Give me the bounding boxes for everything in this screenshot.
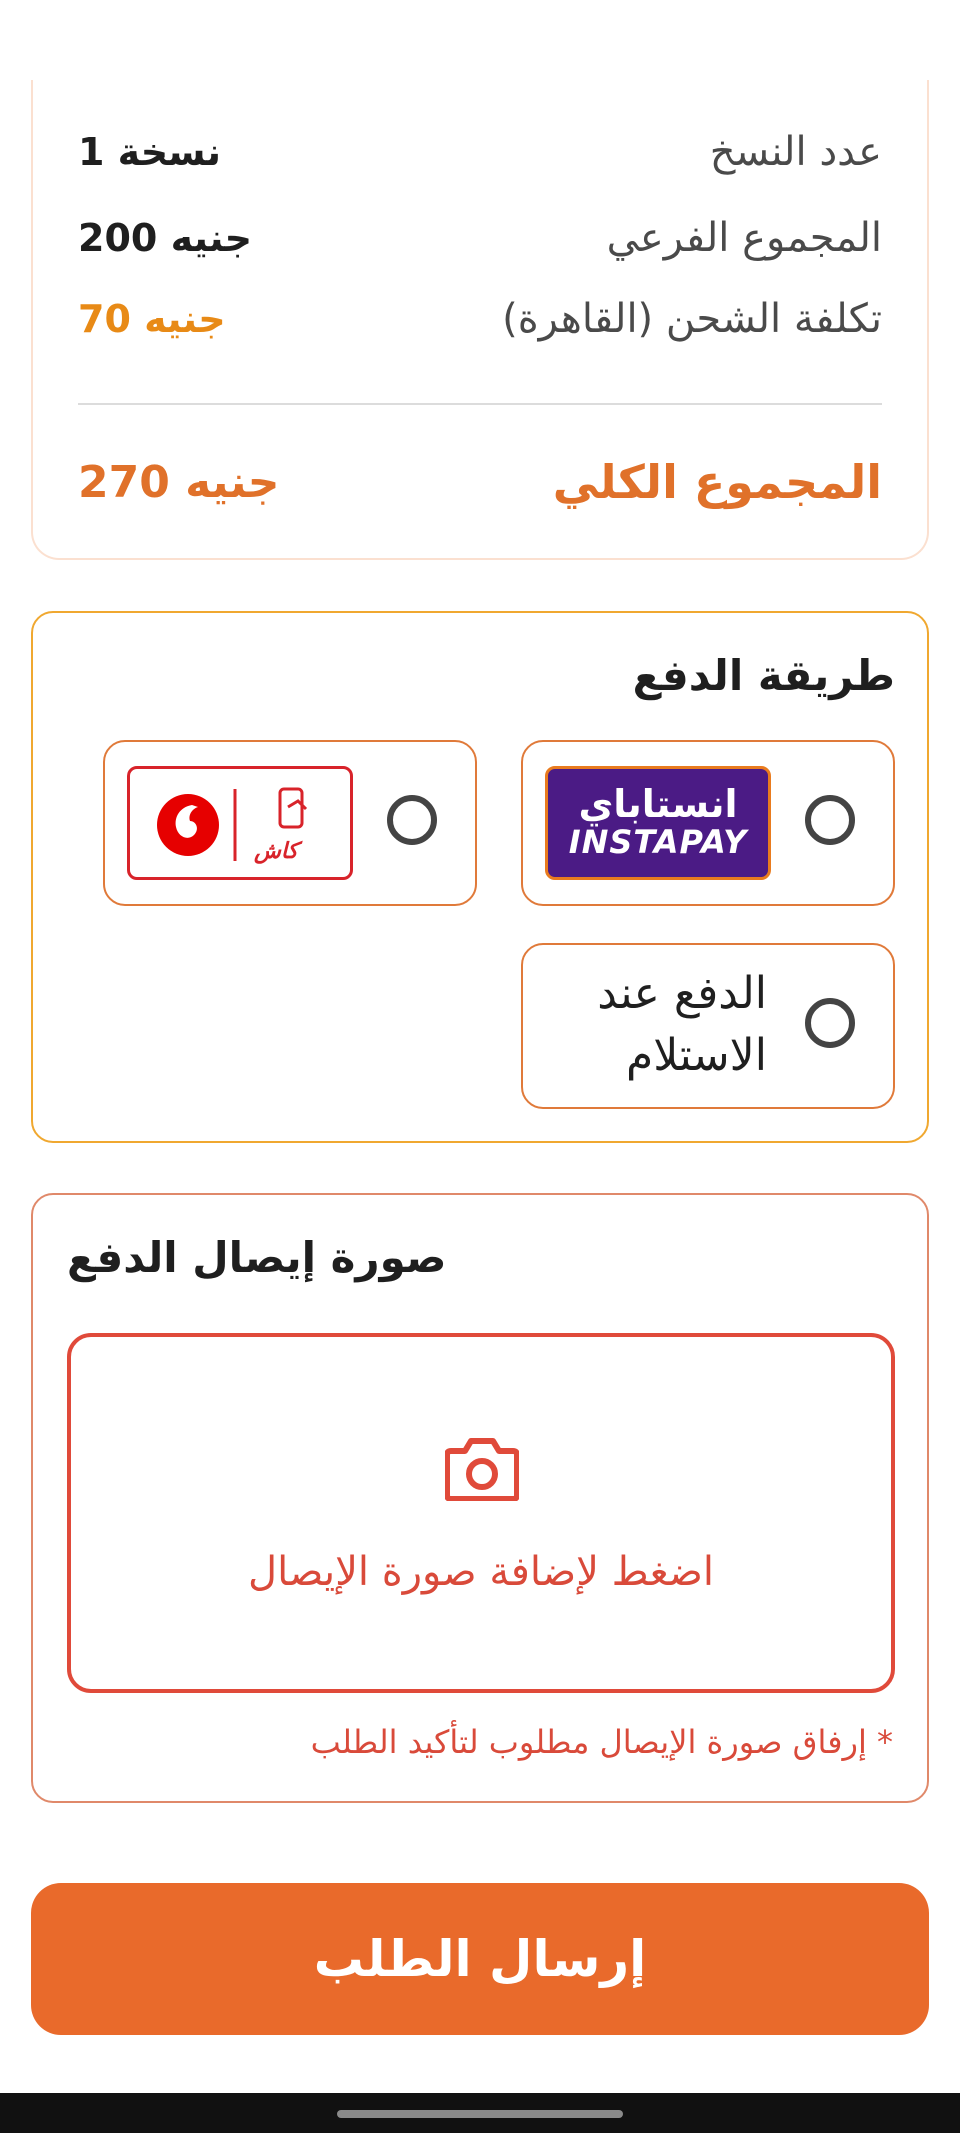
instapay-logo-en: INSTAPAY xyxy=(568,822,748,861)
vodafone-cash-radio[interactable] xyxy=(387,795,437,845)
copies-row: 1 نسخة عدد النسخ xyxy=(78,122,882,182)
receipt-upload-box[interactable]: اضغط لإضافة صورة الإيصال xyxy=(67,1333,895,1693)
total-value: 270 جنيه xyxy=(78,456,280,508)
instapay-logo: انستاباي INSTAPAY xyxy=(545,766,771,880)
vodafone-logo-icon xyxy=(157,787,308,861)
payment-option-vodafone-cash[interactable]: كاش xyxy=(103,740,477,906)
system-nav-bar xyxy=(0,2093,960,2133)
camera-icon xyxy=(445,1438,519,1501)
payment-option-instapay[interactable]: انستاباي INSTAPAY xyxy=(521,740,895,906)
vodafone-cash-logo-text: كاش xyxy=(254,839,299,864)
payment-method-card: طريقة الدفع انستاباي INSTAPAY كاش الدفع … xyxy=(31,611,929,1143)
summary-divider xyxy=(78,403,882,405)
payment-option-cod[interactable]: الدفع عند الاستلام xyxy=(521,943,895,1109)
total-row: 270 جنيه المجموع الكلي xyxy=(78,452,882,512)
vodafone-cash-logo: كاش xyxy=(127,766,353,880)
upload-hint: اضغط لإضافة صورة الإيصال xyxy=(248,1549,714,1595)
subtotal-row: 200 جنيه المجموع الفرعي xyxy=(78,208,882,268)
receipt-card: صورة إيصال الدفع اضغط لإضافة صورة الإيصا… xyxy=(31,1193,929,1803)
payment-method-title: طريقة الدفع xyxy=(632,651,895,700)
submit-order-button[interactable]: إرسال الطلب xyxy=(31,1883,929,2035)
copies-label: عدد النسخ xyxy=(709,129,882,175)
subtotal-value: 200 جنيه xyxy=(78,216,253,260)
order-summary-card: 1 نسخة عدد النسخ 200 جنيه المجموع الفرعي… xyxy=(31,80,929,560)
required-note: * إرفاق صورة الإيصال مطلوب لتأكيد الطلب xyxy=(310,1723,893,1761)
total-label: المجموع الكلي xyxy=(552,455,882,509)
copies-value: 1 نسخة xyxy=(78,130,222,174)
shipping-row: 70 جنيه تكلفة الشحن (القاهرة) xyxy=(78,289,882,349)
subtotal-label: المجموع الفرعي xyxy=(606,215,882,261)
shipping-value: 70 جنيه xyxy=(78,297,226,341)
shipping-label: تكلفة الشحن (القاهرة) xyxy=(502,296,882,342)
instapay-radio[interactable] xyxy=(805,795,855,845)
instapay-logo-ar: انستاباي xyxy=(578,781,738,826)
receipt-title: صورة إيصال الدفع xyxy=(67,1233,447,1282)
cod-radio[interactable] xyxy=(805,998,855,1048)
home-handle[interactable] xyxy=(337,2110,623,2118)
cod-label: الدفع عند الاستلام xyxy=(597,968,767,1081)
